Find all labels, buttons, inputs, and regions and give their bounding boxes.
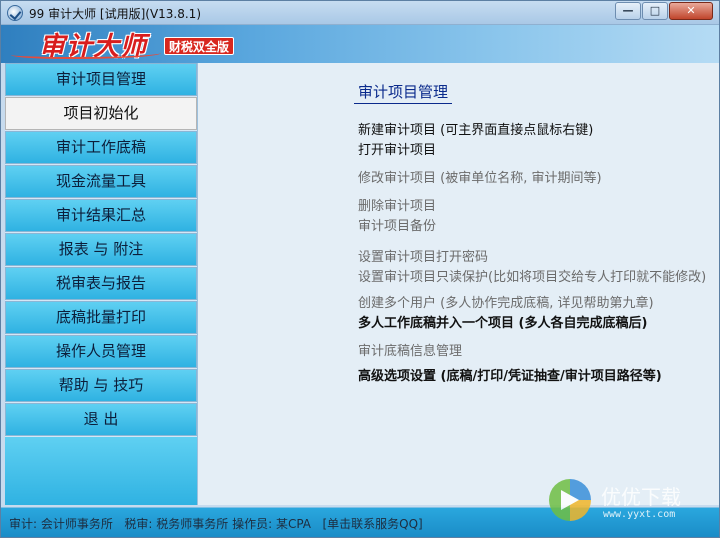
window-controls: — □ ✕ bbox=[614, 2, 713, 20]
workpaper-info-link[interactable]: 审计底稿信息管理 bbox=[358, 340, 462, 359]
main-panel: 审计项目管理 新建审计项目 (可主界面直接点鼠标右键) 打开审计项目 修改审计项… bbox=[197, 63, 719, 505]
site-watermark: 优优下载 www.yyxt.com bbox=[549, 479, 717, 529]
section-title: 审计项目管理 bbox=[354, 81, 453, 104]
sidebar-item-cashflow-tools[interactable]: 现金流量工具 bbox=[5, 165, 197, 198]
sidebar-item-operators[interactable]: 操作人员管理 bbox=[5, 335, 197, 368]
operator-name: 某CPA bbox=[275, 517, 311, 531]
sidebar-item-batch-print[interactable]: 底稿批量打印 bbox=[5, 301, 197, 334]
watermark-url: www.yyxt.com bbox=[603, 509, 676, 520]
maximize-icon: □ bbox=[649, 4, 661, 17]
window-title: 99 审计大师 [试用版](V13.8.1) bbox=[29, 7, 202, 21]
maximize-button[interactable]: □ bbox=[642, 2, 668, 20]
minimize-button[interactable]: — bbox=[615, 2, 641, 20]
backup-project-link[interactable]: 审计项目备份 bbox=[358, 215, 436, 234]
tax-label: 税审: bbox=[124, 517, 153, 531]
sidebar-item-project-init[interactable]: 项目初始化 bbox=[5, 97, 197, 130]
advanced-options-link[interactable]: 高级选项设置 (底稿/打印/凭证抽查/审计项目路径等) bbox=[358, 365, 662, 384]
sidebar-item-tax-reports[interactable]: 税审表与报告 bbox=[5, 267, 197, 300]
title-bar[interactable]: 99 审计大师 [试用版](V13.8.1) — □ ✕ bbox=[1, 1, 719, 25]
sidebar-filler bbox=[5, 437, 197, 505]
merge-workpapers-link[interactable]: 多人工作底稿并入一个项目 (多人各自完成底稿后) bbox=[358, 312, 647, 331]
operator-label: 操作员: bbox=[232, 517, 273, 531]
sidebar-nav: 审计项目管理 项目初始化 审计工作底稿 现金流量工具 审计结果汇总 报表 与 附… bbox=[5, 63, 197, 505]
edit-project-link[interactable]: 修改审计项目 (被审单位名称, 审计期间等) bbox=[358, 167, 602, 186]
sidebar-item-results-summary[interactable]: 审计结果汇总 bbox=[5, 199, 197, 232]
set-password-link[interactable]: 设置审计项目打开密码 bbox=[358, 246, 488, 265]
audit-firm: 会计师事务所 bbox=[40, 517, 113, 531]
sidebar-item-reports-notes[interactable]: 报表 与 附注 bbox=[5, 233, 197, 266]
readonly-protection-link[interactable]: 设置审计项目只读保护(比如将项目交给专人打印就不能修改) bbox=[358, 266, 706, 285]
edition-badge: 财税双全版 bbox=[164, 37, 235, 55]
new-project-link[interactable]: 新建审计项目 (可主界面直接点鼠标右键) bbox=[358, 119, 593, 138]
app-window: 99 审计大师 [试用版](V13.8.1) — □ ✕ 审计大师 财税双全版 … bbox=[0, 0, 720, 538]
contact-qq-link[interactable]: [单击联系服务QQ] bbox=[322, 517, 422, 531]
close-button[interactable]: ✕ bbox=[669, 2, 713, 20]
delete-project-link[interactable]: 删除审计项目 bbox=[358, 195, 436, 214]
open-project-link[interactable]: 打开审计项目 bbox=[358, 139, 436, 158]
sidebar-item-project-management[interactable]: 审计项目管理 bbox=[5, 63, 197, 96]
tax-firm: 税务师事务所 bbox=[156, 517, 229, 531]
app-check-icon[interactable] bbox=[7, 5, 23, 21]
create-users-link[interactable]: 创建多个用户 (多人协作完成底稿, 详见帮助第九章) bbox=[358, 292, 654, 311]
minimize-icon: — bbox=[622, 4, 634, 17]
watermark-play-icon bbox=[561, 490, 579, 510]
sidebar-item-help-tips[interactable]: 帮助 与 技巧 bbox=[5, 369, 197, 402]
audit-label: 审计: bbox=[9, 517, 38, 531]
sidebar-item-workpapers[interactable]: 审计工作底稿 bbox=[5, 131, 197, 164]
sidebar-item-exit[interactable]: 退 出 bbox=[5, 403, 197, 436]
close-icon: ✕ bbox=[686, 4, 696, 17]
app-banner: 审计大师 财税双全版 bbox=[1, 25, 719, 63]
status-line: 审计: 会计师事务所 税审: 税务师事务所 操作员: 某CPA [单击联系服务Q… bbox=[9, 515, 423, 532]
watermark-logo-icon bbox=[549, 479, 591, 521]
watermark-name: 优优下载 bbox=[601, 485, 681, 509]
